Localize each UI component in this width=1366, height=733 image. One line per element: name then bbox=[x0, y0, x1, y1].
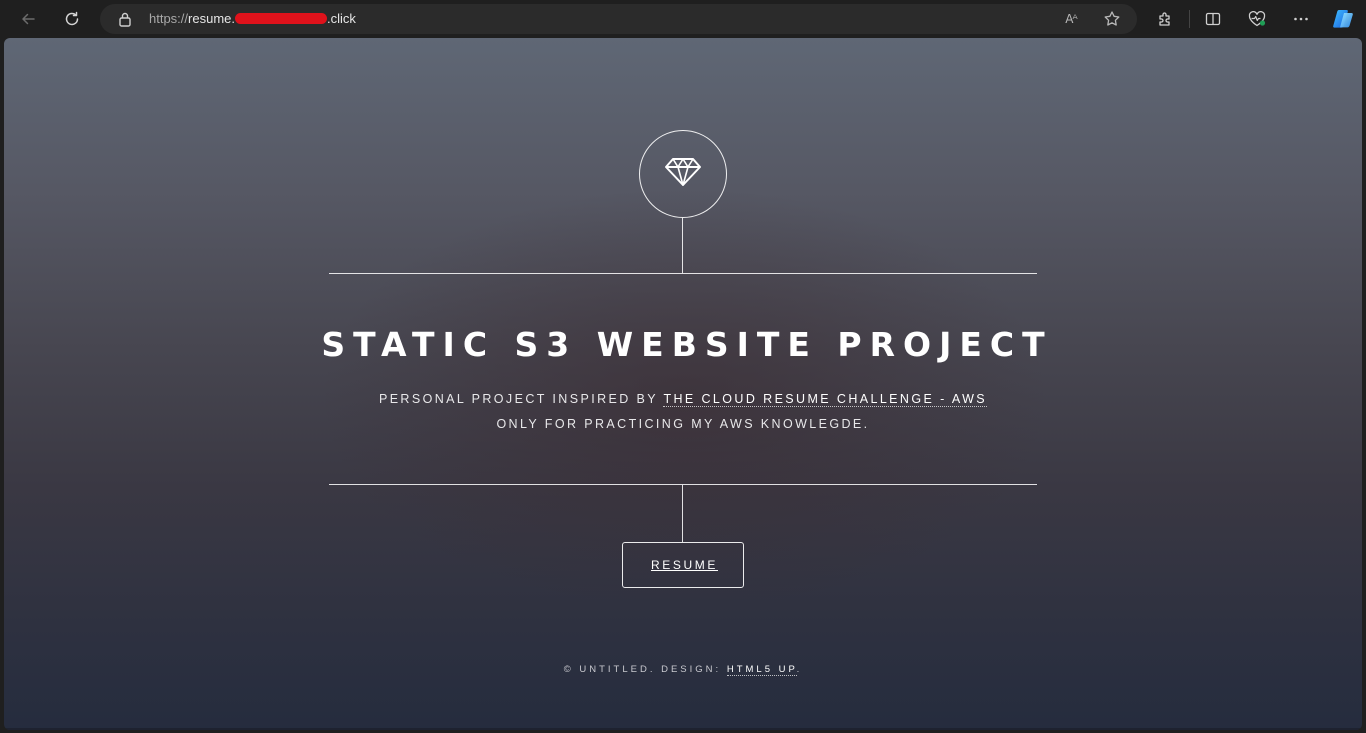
url-text[interactable]: https://resume. .click bbox=[149, 11, 356, 27]
resume-button[interactable]: RESUME bbox=[622, 542, 744, 588]
cloud-resume-challenge-link[interactable]: THE CLOUD RESUME CHALLENGE - AWS bbox=[663, 392, 988, 407]
url-host-end: .click bbox=[327, 11, 356, 26]
toolbar-separator bbox=[1189, 10, 1190, 28]
url-host-start: resume. bbox=[188, 11, 235, 26]
connector-line-top bbox=[682, 218, 683, 273]
page-title: STATIC S3 WEBSITE PROJECT bbox=[321, 325, 1053, 364]
subtitle-line-2: ONLY FOR PRACTICING MY AWS KNOWLEGDE. bbox=[496, 417, 870, 431]
footer-copyright: © UNTITLED. DESIGN: bbox=[563, 664, 727, 675]
more-button[interactable] bbox=[1287, 5, 1315, 33]
read-aloud-label: Aᴬ bbox=[1065, 12, 1077, 26]
puzzle-icon bbox=[1156, 10, 1174, 28]
logo bbox=[639, 130, 727, 218]
page-viewport: STATIC S3 WEBSITE PROJECT PERSONAL PROJE… bbox=[4, 38, 1362, 730]
subtitle-prefix: PERSONAL PROJECT INSPIRED BY bbox=[378, 392, 664, 406]
star-icon[interactable] bbox=[1101, 9, 1123, 29]
browser-toolbar: https://resume. .click Aᴬ bbox=[0, 0, 1366, 38]
refresh-button[interactable] bbox=[58, 5, 86, 33]
arrow-left-icon bbox=[19, 10, 37, 28]
refresh-icon bbox=[63, 10, 81, 28]
copilot-button[interactable] bbox=[1329, 5, 1357, 33]
footer-period: . bbox=[796, 664, 803, 675]
heart-pulse-icon bbox=[1247, 10, 1267, 28]
divider-top bbox=[329, 273, 1037, 274]
connector-line-bottom bbox=[682, 485, 683, 542]
url-scheme: https:// bbox=[149, 11, 189, 26]
lock-icon[interactable] bbox=[118, 11, 132, 32]
extensions-button[interactable] bbox=[1151, 5, 1179, 33]
split-screen-button[interactable] bbox=[1199, 5, 1227, 33]
url-redaction bbox=[235, 13, 327, 24]
more-icon bbox=[1292, 10, 1310, 28]
html5up-link[interactable]: HTML5 UP bbox=[726, 664, 797, 676]
back-button[interactable] bbox=[14, 5, 42, 33]
copilot-icon bbox=[1331, 7, 1355, 31]
divider-bottom bbox=[329, 484, 1037, 485]
address-bar[interactable]: https://resume. .click Aᴬ bbox=[100, 4, 1137, 34]
diamond-icon bbox=[663, 155, 703, 194]
browser-essentials-button[interactable] bbox=[1243, 5, 1271, 33]
read-aloud-icon[interactable]: Aᴬ bbox=[1060, 9, 1082, 29]
subtitle-line-1: PERSONAL PROJECT INSPIRED BY THE CLOUD R… bbox=[4, 390, 1362, 408]
footer: © UNTITLED. DESIGN: HTML5 UP. bbox=[4, 663, 1362, 677]
split-screen-icon bbox=[1204, 10, 1222, 28]
